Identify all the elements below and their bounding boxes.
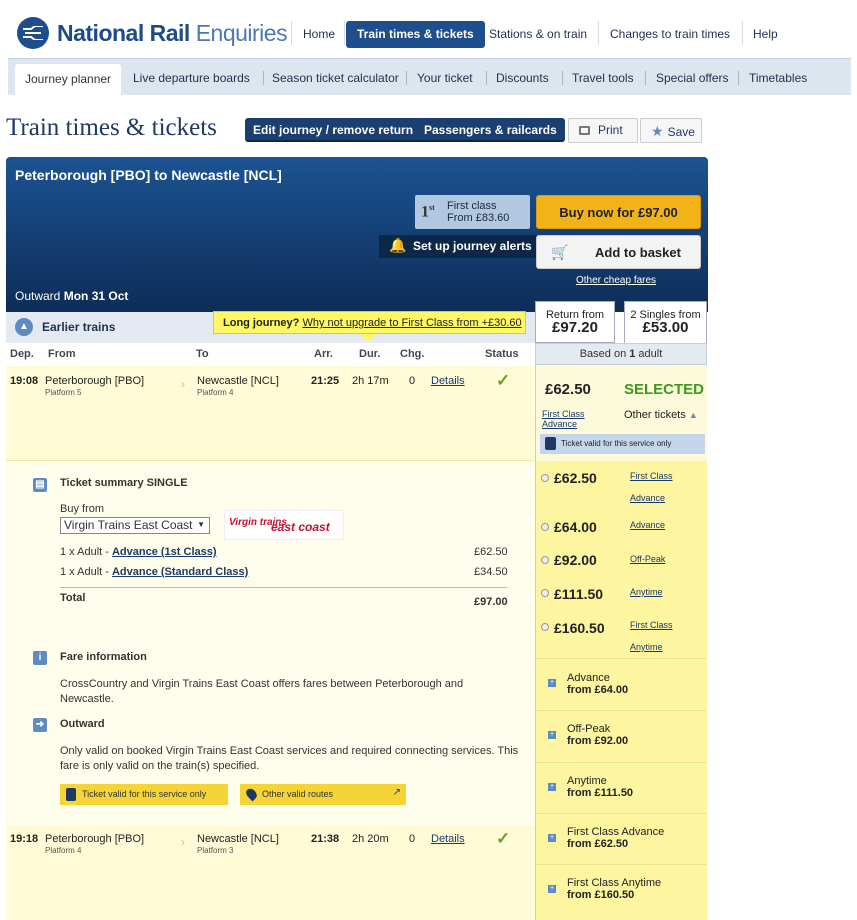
fare-type-link[interactable]: First Class: [630, 620, 673, 630]
status-ok-icon: ✓: [496, 371, 511, 390]
star-icon: ★: [651, 123, 664, 139]
journey-alerts-button[interactable]: 🔔 Set up journey alerts: [379, 235, 540, 258]
divider: [60, 587, 507, 588]
print-button[interactable]: Print: [568, 118, 638, 143]
based-on-adults: Based on 1 adult: [535, 343, 707, 365]
train-icon: [545, 437, 556, 450]
details-link[interactable]: Details: [431, 375, 465, 387]
col-status: Status: [485, 348, 519, 360]
col-to: To: [196, 348, 209, 360]
fare-type-link[interactable]: Anytime: [630, 642, 663, 652]
subnav-travel-tools[interactable]: Travel tools: [572, 71, 634, 85]
edit-journey-button[interactable]: Edit journey / remove return: [245, 118, 422, 142]
map-pin-icon: [244, 786, 259, 802]
fare-radio[interactable]: [541, 556, 549, 564]
outward-date: Outward Mon 31 Oct: [15, 289, 129, 303]
fare-radio[interactable]: [541, 623, 549, 631]
subnav-special-offers[interactable]: Special offers: [656, 71, 729, 85]
valid-service-bar: Ticket valid for this service only: [540, 434, 705, 454]
sub-navigation: Journey planner Live departure boards Se…: [8, 58, 851, 97]
buy-now-button[interactable]: Buy now for £97.00: [536, 195, 701, 229]
plus-icon: +: [548, 679, 556, 687]
plus-icon: +: [548, 834, 556, 842]
upgrade-link[interactable]: Why not upgrade to First Class from +£30…: [302, 317, 521, 329]
subnav-live-departure[interactable]: Live departure boards: [133, 71, 250, 85]
ticket-summary-title: Ticket summary SINGLE: [60, 477, 188, 489]
col-chg: Chg.: [400, 348, 425, 360]
plus-icon: +: [548, 783, 556, 791]
chevron-right-icon: ›: [181, 835, 185, 849]
fare-type-link[interactable]: Off-Peak: [630, 554, 665, 564]
ticket-icon: ▤: [33, 478, 47, 492]
journey-route: Peterborough [PBO] to Newcastle [NCL]: [15, 167, 282, 183]
external-link-icon: ↗: [392, 787, 401, 798]
printer-icon: [579, 126, 590, 135]
info-icon: i: [33, 651, 47, 665]
nav-changes[interactable]: Changes to train times: [610, 27, 730, 41]
other-cheap-fares-link[interactable]: Other cheap fares: [576, 275, 656, 286]
subnav-your-ticket[interactable]: Your ticket: [417, 71, 473, 85]
bell-icon: 🔔: [389, 237, 407, 253]
alt-fare-item[interactable]: + Anytime from £111.50: [536, 762, 707, 814]
selected-price: £62.50: [545, 381, 591, 398]
alt-fare-item[interactable]: + Off-Peak from £92.00: [536, 710, 707, 762]
subnav-journey-planner[interactable]: Journey planner: [15, 64, 122, 97]
top-navigation: Home Train times & tickets Stations & on…: [0, 21, 857, 51]
first-class-icon: 1st: [421, 203, 435, 221]
fare-type-link[interactable]: First Class: [630, 471, 673, 481]
arrow-right-icon: ➜: [33, 718, 47, 732]
details-link[interactable]: Details: [431, 833, 465, 845]
alt-fare-item[interactable]: + First Class Anytime from £160.50: [536, 864, 707, 916]
tab-singles[interactable]: 2 Singles from £53.00: [624, 301, 707, 343]
alt-fare-item[interactable]: + Advance from £64.00: [536, 658, 707, 710]
chevron-up-icon: ▲: [688, 410, 698, 420]
nav-help[interactable]: Help: [753, 27, 778, 41]
tab-return[interactable]: Return from £97.20: [535, 301, 615, 343]
first-class-box[interactable]: 1st First class From £83.60: [415, 195, 530, 229]
basket-icon: 🛒: [551, 244, 569, 260]
advance-1st-link[interactable]: Advance (1st Class): [112, 546, 217, 558]
train-icon: [66, 788, 76, 801]
fare-type-link[interactable]: Anytime: [630, 587, 663, 597]
col-dur: Dur.: [359, 348, 381, 360]
nav-train-times[interactable]: Train times & tickets: [346, 21, 485, 48]
other-routes-tag[interactable]: Other valid routes ↗: [240, 784, 406, 805]
col-arr: Arr.: [314, 348, 333, 360]
fare-radio[interactable]: [541, 523, 549, 531]
fare-radio[interactable]: [541, 474, 549, 482]
fare-radio[interactable]: [541, 589, 549, 597]
fare-type-link[interactable]: Advance: [630, 520, 665, 530]
nav-home[interactable]: Home: [303, 27, 335, 41]
plus-icon: +: [548, 885, 556, 893]
plus-icon: +: [548, 731, 556, 739]
save-button[interactable]: ★ Save: [640, 118, 702, 143]
chevron-down-icon: ▼: [197, 520, 205, 529]
col-dep: Dep.: [10, 348, 34, 360]
upgrade-banner: Long journey? Why not upgrade to First C…: [213, 311, 526, 342]
valid-service-tag: Ticket valid for this service only: [60, 784, 228, 805]
chevron-right-icon: ›: [181, 377, 185, 391]
up-arrow-icon[interactable]: ▲: [15, 318, 33, 336]
page-title: Train times & tickets: [6, 114, 217, 141]
passengers-railcards-button[interactable]: Passengers & railcards: [416, 118, 565, 142]
earlier-trains-link[interactable]: Earlier trains: [42, 320, 115, 334]
nav-stations[interactable]: Stations & on train: [489, 27, 587, 41]
status-ok-icon: ✓: [496, 829, 511, 848]
fare-type-link[interactable]: Advance: [630, 493, 665, 503]
col-from: From: [48, 348, 76, 360]
selected-status: SELECTED: [624, 381, 705, 398]
operator-select[interactable]: Virgin Trains East Coast ▼: [60, 517, 210, 534]
advance-standard-link[interactable]: Advance (Standard Class): [112, 566, 248, 578]
subnav-timetables[interactable]: Timetables: [749, 71, 807, 85]
subnav-season-ticket[interactable]: Season ticket calculator: [272, 71, 399, 85]
other-tickets-toggle[interactable]: Other tickets ▲: [624, 409, 698, 421]
subnav-discounts[interactable]: Discounts: [496, 71, 549, 85]
selected-fare-type-link[interactable]: First Class Advance: [542, 409, 585, 429]
alt-fare-item[interactable]: + First Class Advance from £62.50: [536, 813, 707, 865]
virgin-east-coast-logo: Virgin trains east coast: [224, 510, 344, 540]
add-to-basket-button[interactable]: 🛒 Add to basket: [536, 235, 701, 269]
